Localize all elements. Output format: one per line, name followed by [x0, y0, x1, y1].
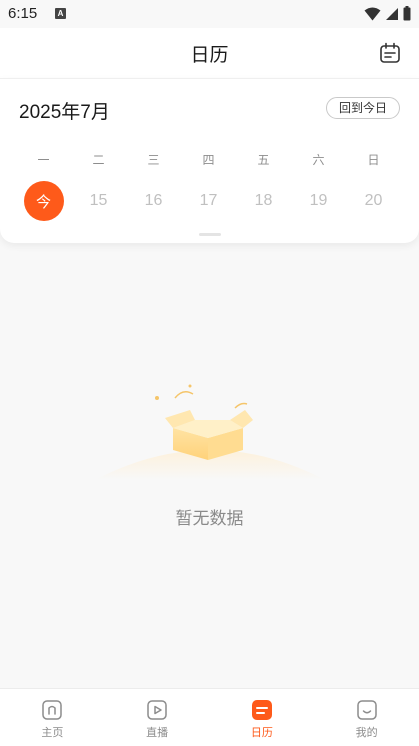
day-cell[interactable]: 16: [126, 181, 181, 221]
weekday-label: 四: [202, 153, 215, 167]
play-icon: [147, 700, 167, 720]
expand-drag-handle[interactable]: [199, 233, 221, 236]
cell-signal-icon: [386, 7, 398, 20]
weekday-label: 日: [367, 153, 380, 167]
tab-home[interactable]: 主页: [0, 689, 105, 746]
battery-icon: [403, 6, 411, 21]
calendar-icon[interactable]: [379, 42, 401, 64]
top-header: 日历: [0, 28, 419, 78]
weekday-label: 三: [147, 153, 160, 167]
day-cell[interactable]: 20: [346, 181, 401, 221]
home-icon: [42, 700, 63, 720]
wifi-icon: [364, 7, 381, 20]
weekday-label: 六: [312, 153, 325, 167]
tab-label: 我的: [355, 726, 378, 739]
tab-live[interactable]: 直播: [105, 689, 210, 746]
empty-state: 暂无数据: [0, 380, 419, 540]
today-marker: 今: [23, 181, 64, 221]
day-cell[interactable]: 18: [236, 181, 291, 221]
day-cell-today[interactable]: 今: [16, 181, 71, 221]
month-title: 2025年7月: [19, 102, 110, 123]
empty-message: 暂无数据: [175, 509, 244, 529]
tab-profile[interactable]: 我的: [314, 689, 419, 746]
tab-label: 主页: [41, 726, 64, 739]
page-title: 日历: [190, 44, 229, 66]
calendar-list-icon: [251, 700, 272, 720]
week-days-row: 今 15 16 17 18 19 20: [16, 181, 403, 221]
notification-a-icon: A: [55, 8, 66, 19]
day-cell[interactable]: 17: [181, 181, 236, 221]
status-bar: 6:15 A: [0, 0, 419, 28]
tab-label: 直播: [146, 726, 169, 739]
weekday-label: 二: [92, 153, 105, 167]
empty-box-illustration: [95, 384, 325, 480]
weekday-header: 一 二 三 四 五 六 日: [16, 151, 403, 168]
smile-icon: [356, 700, 377, 720]
tab-calendar[interactable]: 日历: [210, 689, 315, 746]
status-icons: [364, 6, 411, 21]
day-cell[interactable]: 19: [291, 181, 346, 221]
weekday-label: 一: [37, 153, 50, 167]
calendar-week-card: 2025年7月 回到今日 一 二 三 四 五 六 日 今 15 16 17 18…: [0, 78, 419, 243]
tab-label: 日历: [250, 726, 273, 739]
bottom-tab-bar: 主页 直播 日历 我的: [0, 688, 419, 746]
status-time: 6:15: [8, 5, 38, 22]
back-to-today-button[interactable]: 回到今日: [325, 97, 400, 119]
weekday-label: 五: [257, 153, 270, 167]
day-cell[interactable]: 15: [71, 181, 126, 221]
